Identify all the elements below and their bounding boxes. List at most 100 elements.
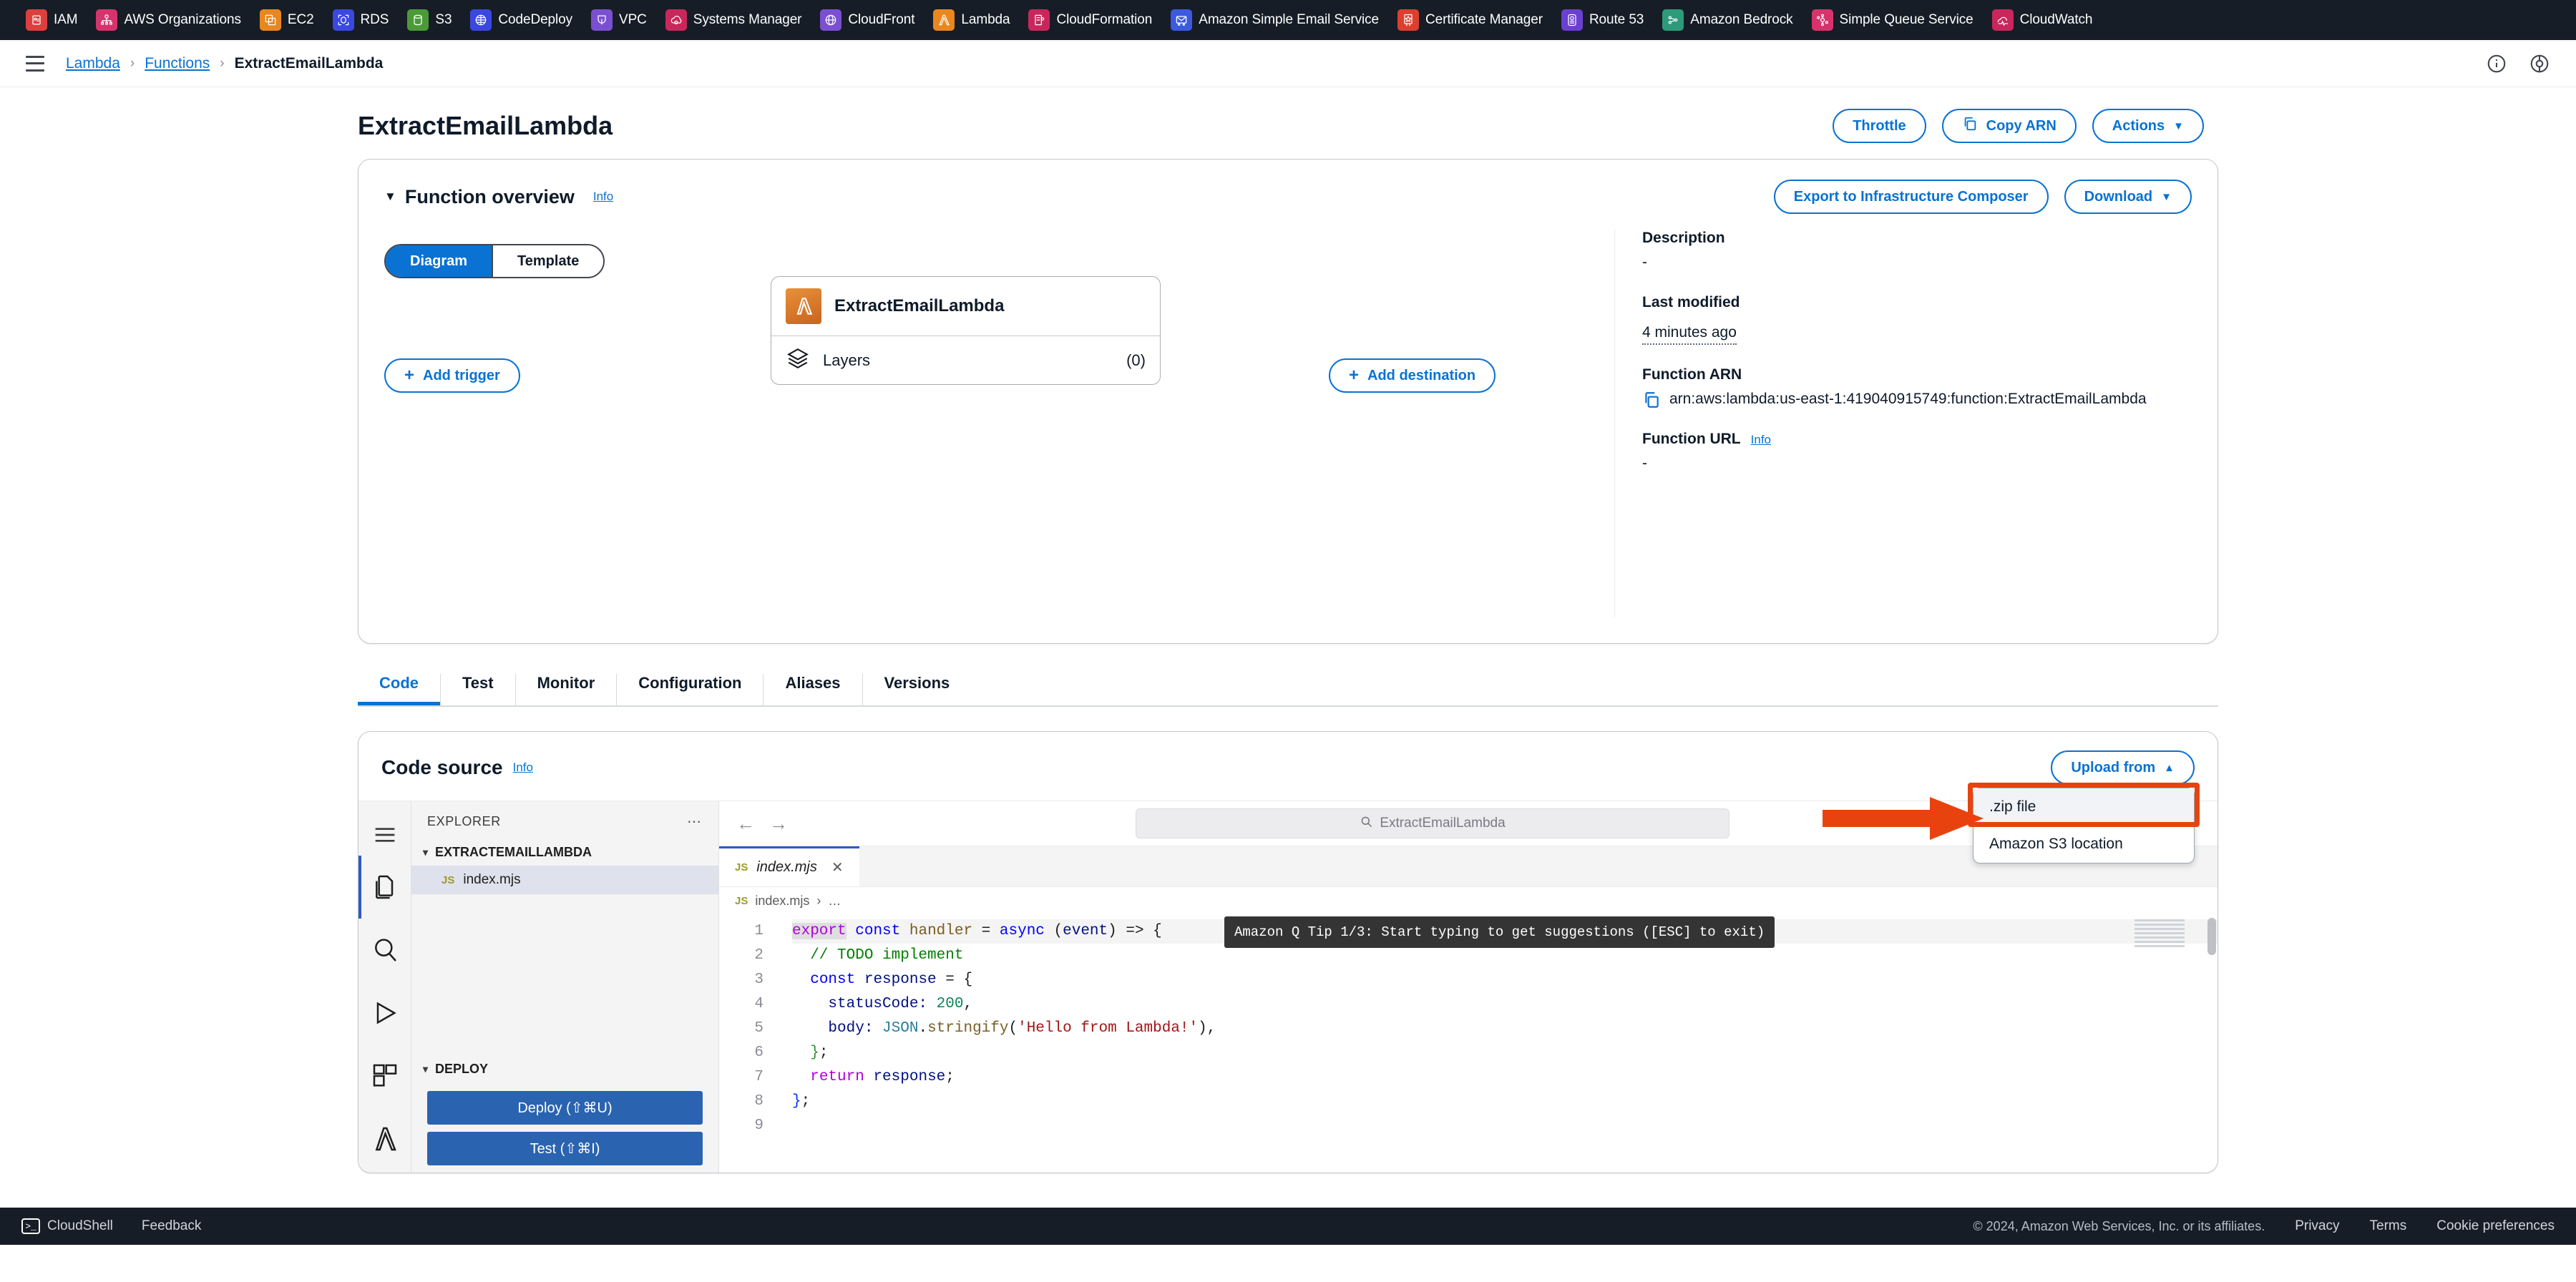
bookmark-s3[interactable]: S3 — [407, 9, 452, 31]
code-line[interactable]: const response = { — [792, 968, 2218, 992]
lambda-icon — [786, 288, 821, 324]
bookmark-vpc[interactable]: VPC — [591, 9, 647, 31]
terms-link[interactable]: Terms — [2370, 1218, 2407, 1234]
editor-back-icon[interactable]: ← — [736, 813, 755, 835]
breadcrumb-functions[interactable]: Functions — [145, 55, 210, 72]
search-icon[interactable] — [358, 919, 411, 982]
function-url-info-link[interactable]: Info — [1751, 433, 1771, 446]
cookie-preferences-link[interactable]: Cookie preferences — [2436, 1218, 2555, 1234]
close-icon[interactable]: ✕ — [831, 858, 844, 876]
tab-monitor[interactable]: Monitor — [516, 674, 618, 705]
line-number: 1 — [754, 923, 763, 939]
code-token: export — [792, 923, 847, 939]
tab-test[interactable]: Test — [441, 674, 516, 705]
menu-item-zip-file[interactable]: .zip file — [1974, 788, 2194, 826]
explorer-files-icon[interactable] — [358, 856, 411, 919]
menu-item-amazon-s3-location[interactable]: Amazon S3 location — [1974, 826, 2194, 863]
actions-menu-button[interactable]: Actions ▼ — [2092, 109, 2204, 143]
code-token: JSON — [882, 1020, 919, 1037]
code-source-info-link[interactable]: Info — [513, 760, 533, 775]
privacy-link[interactable]: Privacy — [2295, 1218, 2339, 1234]
settings-gear-icon[interactable] — [2529, 53, 2550, 74]
bookmark-aws-organizations[interactable]: AWS Organizations — [96, 9, 241, 31]
feedback-link[interactable]: Feedback — [142, 1218, 201, 1234]
editor-minimap[interactable] — [2135, 919, 2185, 948]
bookmark-label: CodeDeploy — [498, 12, 572, 27]
run-debug-icon[interactable] — [358, 982, 411, 1044]
menu-hamburger-icon[interactable] — [26, 55, 44, 72]
bookmark-cloudformation[interactable]: CloudFormation — [1028, 9, 1152, 31]
copy-icon[interactable] — [1642, 391, 1661, 409]
bookmark-amazon-bedrock[interactable]: Amazon Bedrock — [1662, 9, 1793, 31]
cloudshell-icon: >_ — [21, 1218, 40, 1234]
toggle-template[interactable]: Template — [492, 245, 604, 277]
tab-aliases[interactable]: Aliases — [763, 674, 863, 705]
explorer-file-index-mjs[interactable]: JS index.mjs — [411, 866, 718, 894]
menu-hamburger-icon[interactable] — [358, 814, 411, 856]
code-lines[interactable]: export const handler = async (event) => … — [775, 915, 2218, 1173]
throttle-button[interactable]: Throttle — [1833, 109, 1926, 143]
layers-row[interactable]: Layers (0) — [771, 336, 1160, 384]
bookmark-cloudfront[interactable]: CloudFront — [820, 9, 915, 31]
bookmark-amazon-simple-email-service[interactable]: Amazon Simple Email Service — [1171, 9, 1379, 31]
code-editor-ide: EXPLORER ⋯ ▾ EXTRACTEMAILLAMBDA JS index… — [358, 801, 2218, 1173]
footer-bar: >_ CloudShell Feedback © 2024, Amazon We… — [0, 1208, 2576, 1245]
cloudshell-button[interactable]: >_ CloudShell — [21, 1218, 113, 1234]
add-destination-button[interactable]: + Add destination — [1329, 358, 1496, 393]
editor-breadcrumb-rest[interactable]: … — [828, 894, 841, 909]
collapse-triangle-icon[interactable]: ▼ — [384, 190, 396, 204]
code-line[interactable]: body: JSON.stringify('Hello from Lambda!… — [792, 1017, 2218, 1041]
bookmark-rds[interactable]: RDS — [332, 9, 389, 31]
detail-value-function-arn[interactable]: arn:aws:lambda:us-east-1:419040915749:fu… — [1642, 389, 2192, 409]
bookmark-certificate-manager[interactable]: Certificate Manager — [1397, 9, 1543, 31]
deploy-section-header[interactable]: ▾ DEPLOY — [411, 1052, 718, 1084]
editor-breadcrumb-file[interactable]: index.mjs — [755, 894, 809, 909]
bookmark-systems-manager[interactable]: Systems Manager — [665, 9, 802, 31]
add-trigger-button[interactable]: + Add trigger — [384, 358, 520, 393]
test-button[interactable]: Test (⇧⌘I) — [427, 1132, 703, 1165]
breadcrumb-lambda[interactable]: Lambda — [66, 55, 120, 72]
editor-tab-label: index.mjs — [756, 859, 817, 875]
tab-configuration[interactable]: Configuration — [617, 674, 764, 705]
bookmark-simple-queue-service[interactable]: Simple Queue Service — [1811, 9, 1974, 31]
view-mode-toggle[interactable]: Diagram Template — [384, 244, 605, 278]
function-overview-card: ▼ Function overview Info Export to Infra… — [358, 159, 2218, 644]
breadcrumb-separator-icon: › — [816, 894, 821, 908]
code-line[interactable]: }; — [792, 1090, 2218, 1114]
copy-arn-button[interactable]: Copy ARN — [1941, 109, 2077, 143]
extensions-icon[interactable] — [358, 1044, 411, 1107]
bedrock-icon — [1662, 9, 1684, 31]
export-to-infrastructure-composer-button[interactable]: Export to Infrastructure Composer — [1773, 180, 2049, 214]
code-line[interactable] — [792, 1114, 2218, 1138]
toggle-diagram[interactable]: Diagram — [386, 245, 492, 277]
bookmark-label: CloudFront — [848, 12, 915, 27]
bookmark-ec2[interactable]: EC2 — [259, 9, 314, 31]
info-circle-icon[interactable] — [2486, 53, 2507, 74]
function-diagram-node[interactable]: ExtractEmailLambda Layers (0) — [771, 276, 1161, 385]
explorer-overflow-icon[interactable]: ⋯ — [687, 813, 703, 831]
bookmark-iam[interactable]: IAM — [26, 9, 78, 31]
download-button[interactable]: Download ▼ — [2064, 180, 2192, 214]
tab-code[interactable]: Code — [358, 674, 441, 705]
code-line[interactable]: }; — [792, 1041, 2218, 1065]
upload-from-button[interactable]: Upload from ▲ — [2051, 750, 2195, 785]
bookmark-lambda[interactable]: Lambda — [933, 9, 1010, 31]
code-area[interactable]: 1 2 3 4 5 6 7 8 9 export const handler = async (… — [719, 915, 2218, 1173]
lambda-icon[interactable] — [358, 1107, 411, 1170]
editor-search-bar[interactable]: ExtractEmailLambda — [1136, 808, 1729, 838]
tab-versions[interactable]: Versions — [863, 674, 972, 705]
explorer-root-folder[interactable]: ▾ EXTRACTEMAILLAMBDA — [411, 839, 718, 866]
editor-tab-index-mjs[interactable]: JS index.mjs ✕ — [719, 846, 859, 886]
bookmark-cloudwatch[interactable]: CloudWatch — [1991, 9, 2092, 31]
bookmark-codedeploy[interactable]: CodeDeploy — [470, 9, 572, 31]
deploy-button[interactable]: Deploy (⇧⌘U) — [427, 1091, 703, 1125]
editor-forward-icon[interactable]: → — [769, 813, 788, 835]
bookmark-route-53[interactable]: Route 53 — [1561, 9, 1644, 31]
editor-vertical-scrollbar[interactable] — [2205, 915, 2218, 1173]
bookmark-label: Simple Queue Service — [1839, 12, 1974, 27]
function-overview-info-link[interactable]: Info — [593, 190, 613, 204]
code-line[interactable]: return response; — [792, 1065, 2218, 1090]
breadcrumb: Lambda › Functions › ExtractEmailLambda — [66, 55, 383, 72]
code-line[interactable]: statusCode: 200, — [792, 992, 2218, 1017]
